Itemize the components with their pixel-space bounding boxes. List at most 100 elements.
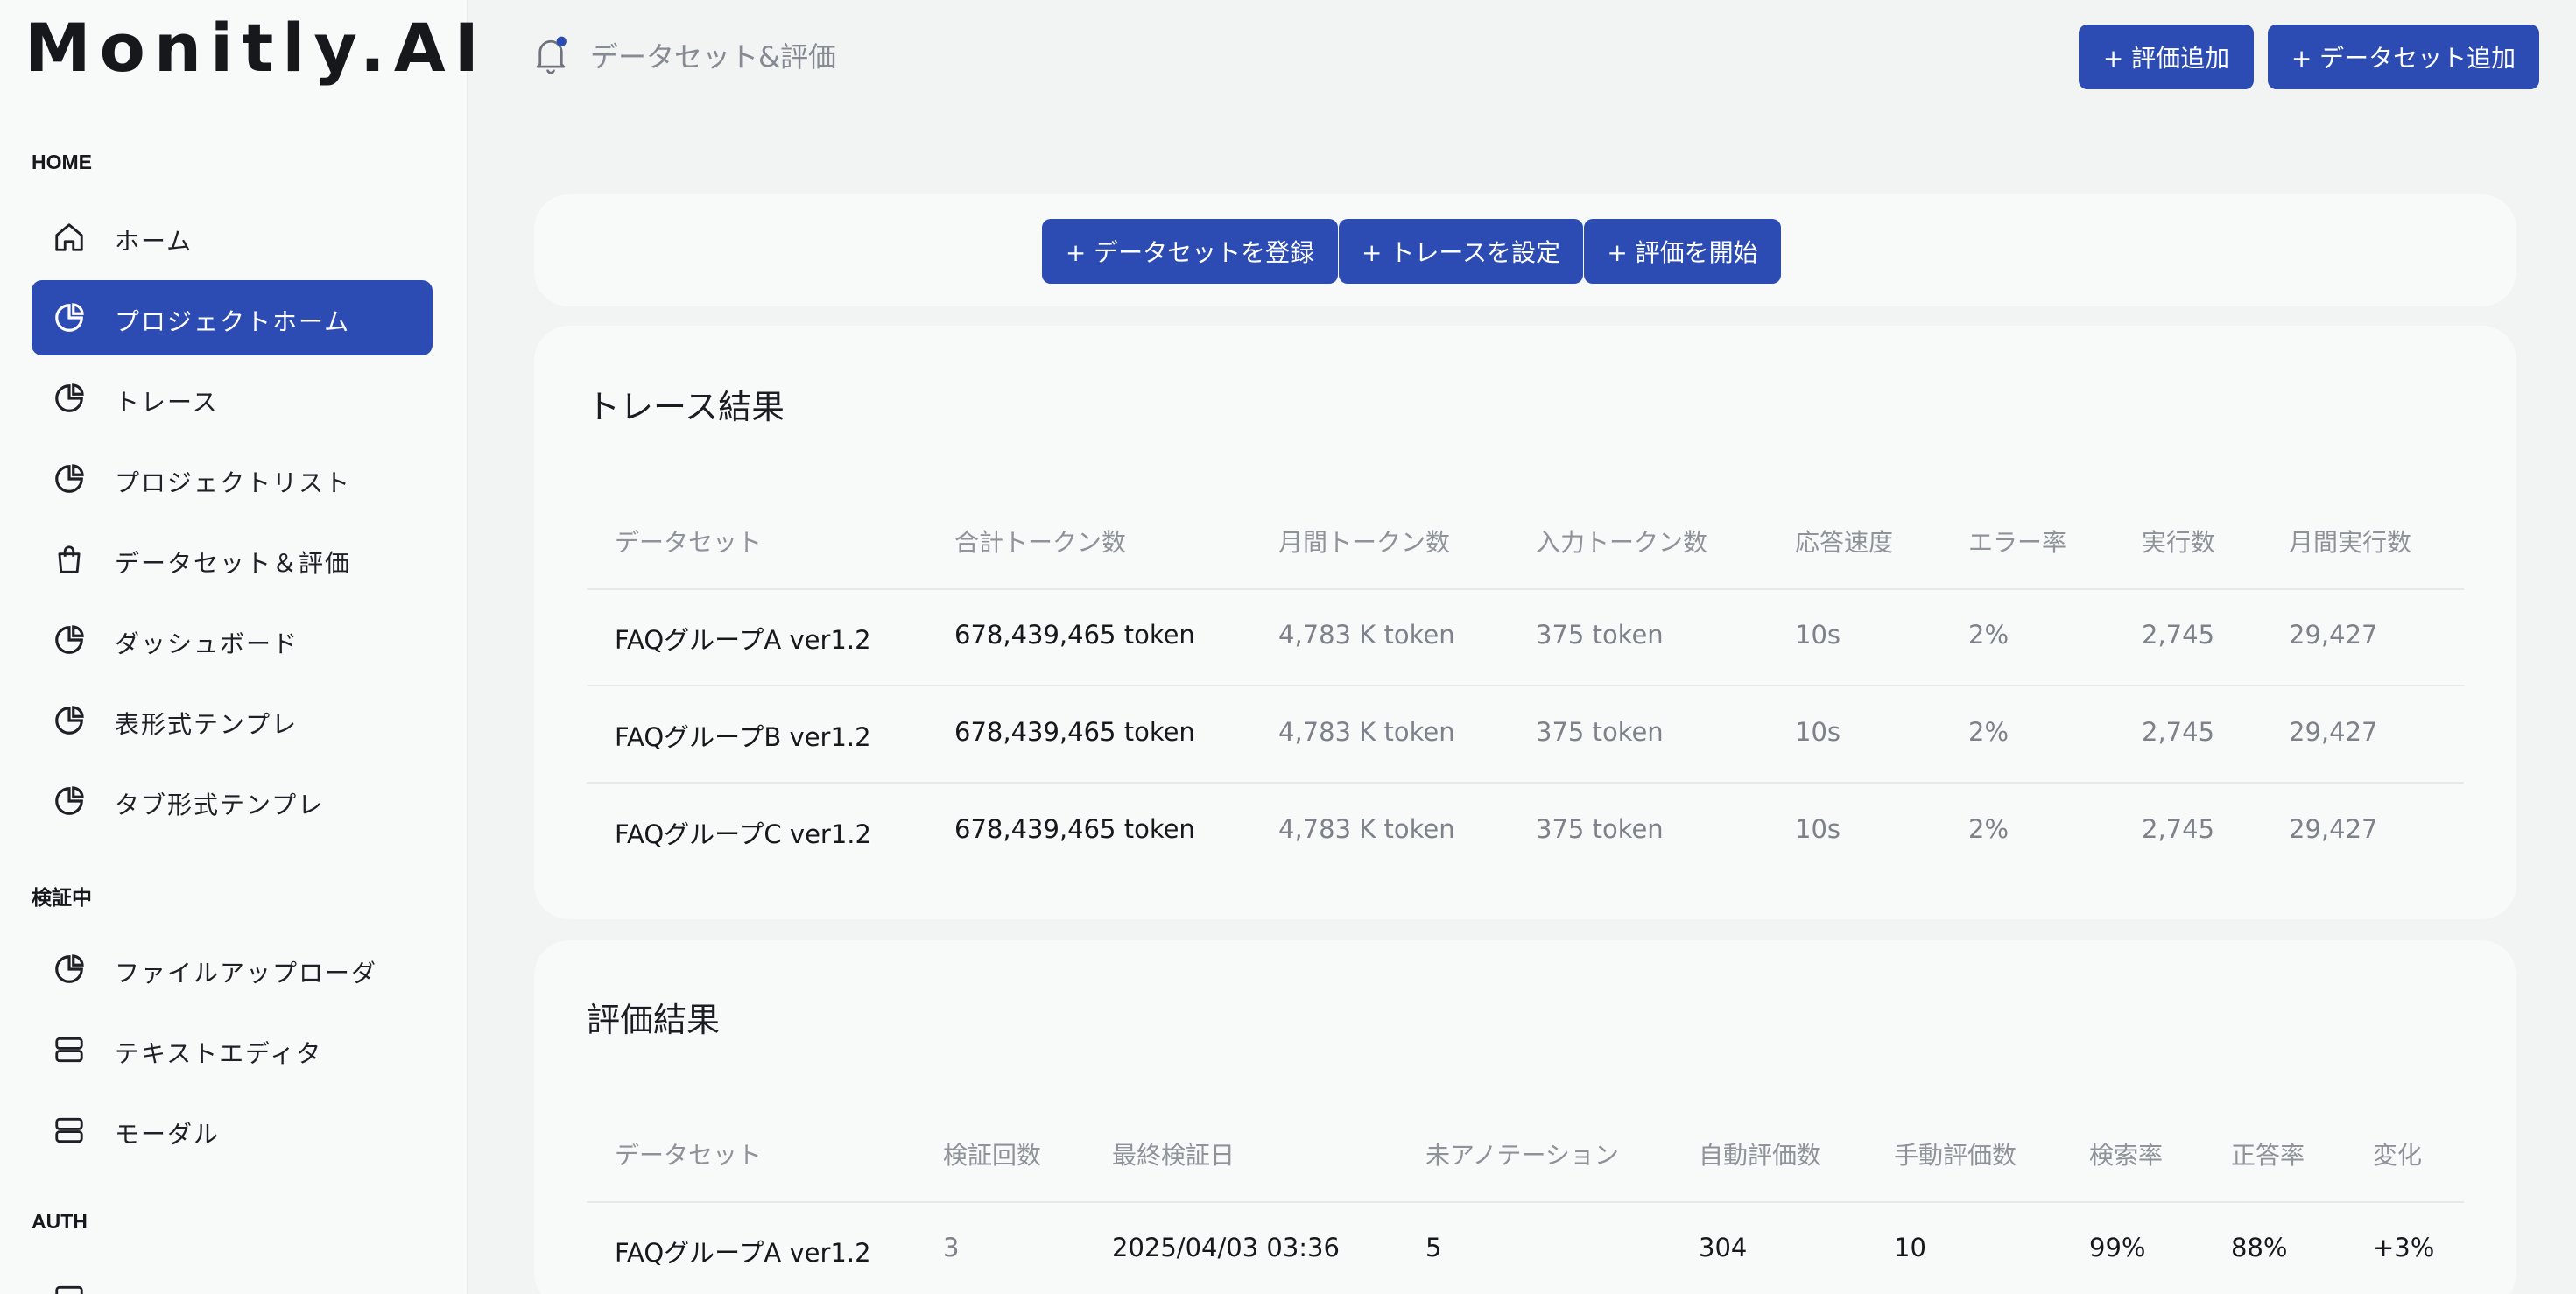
divider (587, 588, 2464, 590)
column-header[interactable]: 実行数 (2142, 524, 2215, 559)
table-cell: 29,427 (2289, 814, 2378, 844)
table-cell: 375 token (1536, 620, 1664, 650)
table-cell: 29,427 (2289, 717, 2378, 747)
table-cell: 99% (2089, 1233, 2146, 1262)
sidebar-item-label: テキストエディタ (115, 1039, 323, 1068)
page-title: データセット&評価 (590, 40, 836, 74)
server-icon (55, 1285, 83, 1294)
table-cell: 375 token (1536, 814, 1664, 844)
column-header[interactable]: 正答率 (2231, 1136, 2305, 1171)
table-cell: 2,745 (2142, 620, 2215, 650)
column-header[interactable]: 自動評価数 (1699, 1136, 1821, 1171)
column-header[interactable]: 月間実行数 (2289, 524, 2411, 559)
pie-chart-icon (55, 786, 84, 815)
column-header[interactable]: データセット (615, 1136, 762, 1171)
sidebar-item-table-template[interactable]: 表形式テンプレ (32, 683, 433, 758)
sidebar-item-label: 表形式テンプレ (115, 710, 299, 739)
sidebar-item-tab-template[interactable]: タブ形式テンプレ (32, 763, 433, 839)
app-logo[interactable]: Monitly.AI (25, 9, 488, 87)
column-header[interactable]: 検証回数 (943, 1136, 1041, 1171)
add-dataset-button[interactable]: + データセット追加 (2268, 25, 2539, 89)
pie-chart-icon (55, 954, 84, 983)
divider (587, 1201, 2464, 1203)
eval-results-card: 評価結果 データセット 検証回数 最終検証日 未アノテーション 自動評価数 手動… (534, 940, 2516, 1294)
shopping-bag-icon (58, 545, 81, 573)
sidebar-item-label: ファイルアップローダ (115, 959, 378, 988)
table-cell: 3 (943, 1233, 960, 1262)
server-icon (55, 1117, 83, 1143)
column-header[interactable]: データセット (615, 524, 762, 559)
pie-chart-icon (55, 383, 84, 412)
sidebar-item-project-home[interactable]: プロジェクトホーム (32, 280, 433, 355)
pie-chart-icon (55, 464, 84, 493)
sidebar-item-label: プロジェクトリスト (115, 468, 352, 497)
sidebar-item-project-list[interactable]: プロジェクトリスト (32, 441, 433, 517)
table-cell: 29,427 (2289, 620, 2378, 650)
sidebar-item-label: ダッシュボード (115, 629, 299, 658)
pie-chart-icon (55, 706, 84, 735)
server-icon (55, 1037, 83, 1063)
trace-results-title: トレース結果 (587, 388, 785, 426)
table-cell: 2% (1968, 717, 2009, 747)
home-icon (55, 223, 83, 251)
column-header[interactable]: 応答速度 (1795, 524, 1893, 559)
sidebar-item-file-uploader[interactable]: ファイルアップローダ (32, 932, 433, 1007)
sidebar-item-label: トレース (115, 388, 219, 417)
sidebar-item-dataset-eval[interactable]: データセット＆評価 (32, 522, 433, 597)
column-header[interactable]: 月間トークン数 (1278, 524, 1450, 559)
column-header[interactable]: 最終検証日 (1112, 1136, 1235, 1171)
start-eval-button[interactable]: + 評価を開始 (1584, 219, 1781, 284)
table-cell: 2,745 (2142, 717, 2215, 747)
register-dataset-button[interactable]: + データセットを登録 (1042, 219, 1338, 284)
set-trace-button[interactable]: + トレースを設定 (1339, 219, 1583, 284)
eval-results-title: 評価結果 (587, 1001, 721, 1039)
sidebar-item-label: データセット＆評価 (115, 549, 352, 578)
sidebar-item-trace[interactable]: トレース (32, 361, 433, 436)
section-label-verifying: 検証中 (32, 886, 92, 909)
table-cell: 10 (1894, 1233, 1926, 1262)
sidebar-item-partial[interactable] (32, 1261, 433, 1294)
table-cell: 678,439,465 token (954, 620, 1195, 650)
table-cell: FAQグループB ver1.2 (615, 722, 871, 752)
table-cell: 4,783 K token (1278, 620, 1455, 650)
table-cell: FAQグループC ver1.2 (615, 819, 871, 849)
pie-chart-icon (55, 303, 84, 332)
quick-actions-card: + データセットを登録 + トレースを設定 + 評価を開始 (534, 194, 2516, 306)
table-cell: 2% (1968, 814, 2009, 844)
table-cell: 4,783 K token (1278, 814, 1455, 844)
sidebar: Monitly.AI HOME ホーム プロジェクトホーム トレース プロジェク… (0, 0, 479, 1294)
table-cell: 304 (1699, 1233, 1748, 1262)
table-cell: 2% (1968, 620, 2009, 650)
section-label-home: HOME (32, 151, 92, 173)
column-header[interactable]: 手動評価数 (1894, 1136, 2016, 1171)
table-cell: 2025/04/03 03:36 (1112, 1233, 1340, 1262)
column-header[interactable]: 変化 (2373, 1136, 2422, 1171)
column-header[interactable]: エラー率 (1968, 524, 2066, 559)
table-cell: 2,745 (2142, 814, 2215, 844)
sidebar-item-label: モーダル (115, 1120, 221, 1149)
sidebar-item-text-editor[interactable]: テキストエディタ (32, 1012, 433, 1087)
sidebar-item-label: ホーム (115, 227, 194, 256)
sidebar-item-label: プロジェクトホーム (115, 307, 351, 336)
add-eval-button[interactable]: + 評価追加 (2079, 25, 2254, 89)
column-header[interactable]: 合計トークン数 (954, 524, 1126, 559)
table-cell: 5 (1425, 1233, 1442, 1262)
sidebar-item-dashboard[interactable]: ダッシュボード (32, 602, 433, 678)
table-cell: +3% (2373, 1233, 2435, 1262)
table-cell: FAQグループA ver1.2 (615, 625, 871, 655)
table-cell: 375 token (1536, 717, 1664, 747)
table-cell: 678,439,465 token (954, 717, 1195, 747)
notification-dot (556, 36, 567, 46)
sidebar-item-modal[interactable]: モーダル (32, 1093, 433, 1168)
column-header[interactable]: 未アノテーション (1425, 1136, 1619, 1171)
pie-chart-icon (55, 625, 84, 654)
table-cell: 88% (2231, 1233, 2288, 1262)
sidebar-item-label: タブ形式テンプレ (115, 791, 325, 819)
column-header[interactable]: 検索率 (2089, 1136, 2163, 1171)
table-cell: 10s (1795, 620, 1841, 650)
notification-bell-icon[interactable] (532, 35, 569, 75)
column-header[interactable]: 入力トークン数 (1536, 524, 1707, 559)
divider (587, 685, 2464, 686)
trace-results-card: トレース結果 データセット 合計トークン数 月間トークン数 入力トークン数 応答… (534, 326, 2516, 919)
sidebar-item-home[interactable]: ホーム (32, 200, 433, 275)
